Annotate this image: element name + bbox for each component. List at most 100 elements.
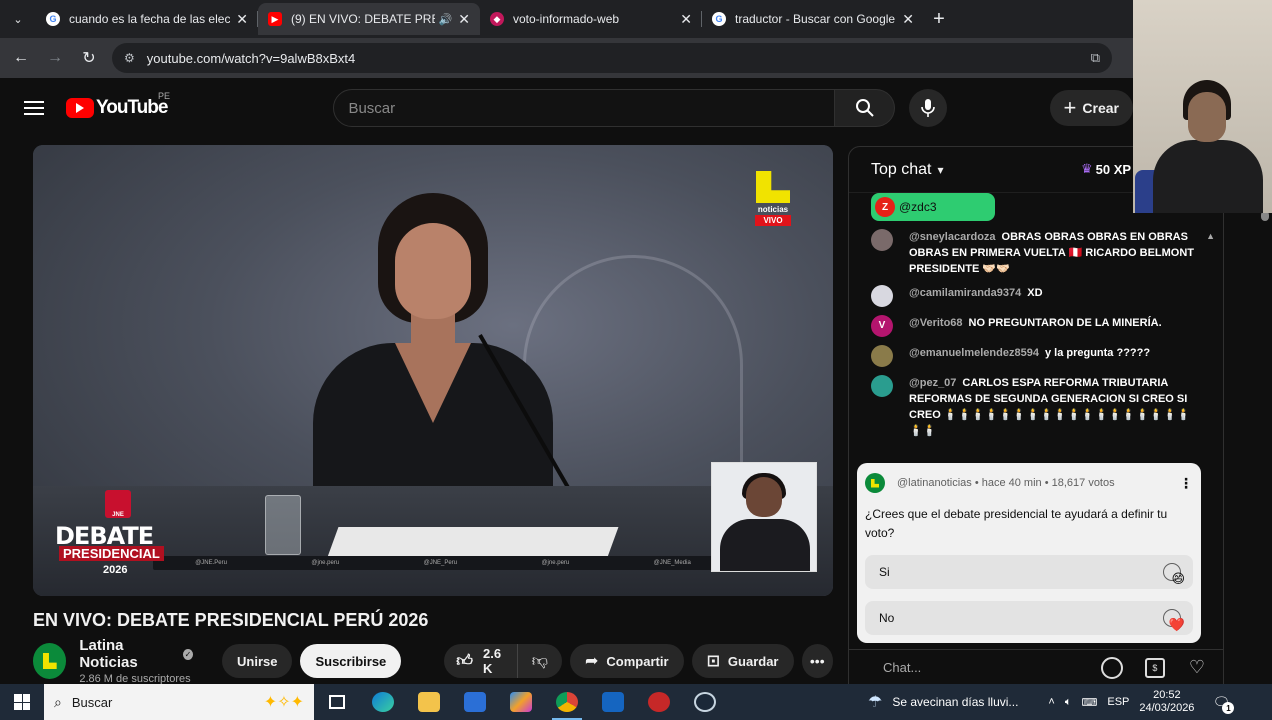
channel-name[interactable]: Latina Noticias ✓ bbox=[79, 637, 193, 671]
copilot-icon[interactable] bbox=[498, 684, 544, 720]
google-icon: G bbox=[712, 12, 726, 26]
close-tab-icon[interactable]: ✕ bbox=[680, 11, 692, 28]
webcam-overlay bbox=[1133, 0, 1272, 213]
task-view-icon[interactable] bbox=[314, 684, 360, 720]
video-owner-row: Latina Noticias ✓ 2.86 M de suscriptores … bbox=[33, 637, 833, 685]
weather-widget[interactable]: ☂ Se avecinan días lluvi... bbox=[868, 692, 1018, 712]
more-vert-icon[interactable]: ⋮ bbox=[1179, 475, 1193, 492]
reaction-emoji: ❤️ bbox=[1168, 617, 1185, 632]
system-tray: ˄ 🔈︎ ⌨ ESP bbox=[1048, 696, 1129, 709]
youtube-header: YouTube PE Buscar + Crear bbox=[0, 78, 1135, 138]
country-code: PE bbox=[158, 91, 171, 101]
super-chat-icon[interactable]: $ bbox=[1144, 657, 1165, 678]
share-button[interactable]: ➦ Compartir bbox=[569, 644, 684, 678]
poll-meta: @latinanoticias • hace 40 min • 18,617 v… bbox=[897, 477, 1115, 489]
close-tab-icon[interactable]: ✕ bbox=[902, 11, 914, 28]
chrome-icon[interactable] bbox=[544, 684, 590, 720]
search-input[interactable]: Buscar bbox=[333, 89, 836, 127]
reaction-emoji: 😄 bbox=[1171, 571, 1185, 586]
logo-text: YouTube bbox=[96, 97, 168, 118]
search-button[interactable] bbox=[835, 89, 896, 127]
chevron-down-icon[interactable]: ▾ bbox=[937, 163, 943, 177]
edge-icon[interactable] bbox=[360, 684, 406, 720]
dislike-button[interactable]: 👎︎ bbox=[518, 644, 562, 678]
chat-input[interactable]: Chat... $ ♡ bbox=[849, 649, 1223, 685]
chat-message-list: @sneylacardoza OBRAS OBRAS OBRAS EN OBRAS… bbox=[849, 225, 1209, 443]
poll-channel-avatar bbox=[865, 473, 885, 493]
poll-question: ¿Crees que el debate presidencial te ayu… bbox=[865, 507, 1168, 540]
volume-icon[interactable]: 🔈︎ bbox=[1065, 696, 1072, 709]
more-actions-button[interactable]: ••• bbox=[801, 644, 833, 678]
tab-title: voto-informado-web bbox=[513, 12, 620, 26]
language-indicator[interactable]: ESP bbox=[1107, 696, 1129, 708]
speaker-icon[interactable]: 🔊 bbox=[439, 13, 453, 26]
chat-poll: @latinanoticias • hace 40 min • 18,617 v… bbox=[857, 463, 1201, 643]
subscribe-button[interactable]: Suscribirse bbox=[300, 644, 402, 678]
install-app-icon[interactable]: ⧉ bbox=[1091, 50, 1100, 66]
address-bar[interactable]: ⚙ youtube.com/watch?v=9alwB8xBxt4 ⧉ bbox=[112, 43, 1112, 73]
chat-mode-selector[interactable]: Top chat bbox=[871, 161, 931, 179]
close-tab-icon[interactable]: ✕ bbox=[236, 11, 248, 28]
umbrella-icon: ☂ bbox=[868, 694, 883, 711]
browser-tab[interactable]: G cuando es la fecha de las elecci ✕ bbox=[36, 3, 258, 35]
file-explorer-icon[interactable] bbox=[406, 684, 452, 720]
taskbar-clock[interactable]: 20:52 24/03/2026 bbox=[1139, 689, 1194, 715]
thumbs-up-icon: 👍︎ bbox=[456, 652, 474, 670]
verified-icon: ✓ bbox=[182, 648, 193, 660]
search-highlight-icon: ✦✧✦ bbox=[263, 694, 304, 711]
browser-tab[interactable]: G traductor - Buscar con Google ✕ bbox=[702, 3, 924, 35]
thumbs-down-icon: 👎︎ bbox=[531, 652, 548, 670]
microphone-icon bbox=[921, 99, 936, 117]
poll-option-no[interactable]: No ❤️ bbox=[865, 601, 1193, 635]
keyboard-icon[interactable]: ⌨ bbox=[1081, 696, 1097, 709]
user-avatar bbox=[871, 375, 893, 397]
tab-title: traductor - Buscar con Google bbox=[735, 12, 896, 26]
emoji-icon[interactable] bbox=[1100, 656, 1123, 679]
windows-taskbar: ⌕ Buscar ✦✧✦ ☂ Se avecinan días lluvi...… bbox=[0, 684, 1272, 720]
heart-icon[interactable]: ♡ bbox=[1189, 657, 1205, 678]
browser-tab-strip: ⌄ G cuando es la fecha de las elecci ✕ ▶… bbox=[0, 0, 1272, 38]
chevron-up-icon[interactable]: ˄ bbox=[1048, 696, 1054, 708]
like-dislike-group: 👍︎ 2.6 K 👎︎ bbox=[444, 644, 562, 678]
sign-language-interpreter bbox=[711, 462, 817, 572]
new-tab-button[interactable]: + bbox=[924, 4, 954, 34]
like-button[interactable]: 👍︎ 2.6 K bbox=[444, 644, 518, 678]
tab-title: (9) EN VIVO: DEBATE PRESID bbox=[291, 12, 435, 26]
crown-icon: ♛ bbox=[1081, 161, 1093, 176]
browser-tab[interactable]: ◆ voto-informado-web ✕ bbox=[480, 3, 702, 35]
join-button[interactable]: Unirse bbox=[222, 644, 293, 678]
notification-center-icon[interactable]: 🗨︎ 1 bbox=[1208, 690, 1235, 714]
back-icon[interactable]: ← bbox=[4, 41, 38, 75]
chat-message: @sneylacardoza OBRAS OBRAS OBRAS EN OBRAS… bbox=[849, 225, 1209, 281]
windows-logo-icon bbox=[14, 694, 30, 710]
video-title: EN VIVO: DEBATE PRESIDENCIAL PERÚ 2026 bbox=[33, 610, 429, 630]
tab-search-dropdown-icon[interactable]: ⌄ bbox=[0, 0, 36, 38]
video-player[interactable]: @JNE.Peru @jne.peru @JNE_Peru @jne.peru … bbox=[33, 145, 833, 596]
user-avatar bbox=[871, 285, 893, 307]
forward-icon[interactable]: → bbox=[38, 41, 72, 75]
chat-message: @pez_07 CARLOS ESPA REFORMA TRIBUTARIA RE… bbox=[849, 371, 1209, 443]
chat-message: V @Verito68 NO PREGUNTARON DE LA MINERÍA. bbox=[849, 311, 1209, 341]
close-tab-icon[interactable]: ✕ bbox=[458, 11, 470, 28]
windows-start-button[interactable] bbox=[0, 684, 44, 720]
pinned-user-chip[interactable]: Z @zdc3 bbox=[871, 193, 995, 221]
app-icon[interactable] bbox=[636, 684, 682, 720]
taskbar-search-input[interactable]: ⌕ Buscar ✦✧✦ bbox=[44, 684, 314, 720]
channel-avatar[interactable] bbox=[33, 643, 67, 679]
user-avatar bbox=[871, 229, 893, 251]
youtube-logo[interactable]: YouTube PE bbox=[66, 91, 170, 119]
browser-tab-active[interactable]: ▶ (9) EN VIVO: DEBATE PRESID 🔊 ✕ bbox=[258, 3, 480, 35]
steam-icon[interactable] bbox=[682, 684, 728, 720]
store-icon[interactable] bbox=[452, 684, 498, 720]
save-button[interactable]: ⊡ Guardar bbox=[691, 644, 794, 678]
poll-option-si[interactable]: Si 😄 bbox=[865, 555, 1193, 589]
outlook-icon[interactable] bbox=[590, 684, 636, 720]
site-info-icon[interactable]: ⚙ bbox=[124, 51, 135, 65]
reload-icon[interactable]: ↻ bbox=[72, 41, 106, 75]
create-button[interactable]: + Crear bbox=[1049, 90, 1133, 126]
menu-icon[interactable] bbox=[24, 101, 44, 115]
voice-search-button[interactable] bbox=[909, 89, 948, 127]
url-text: youtube.com/watch?v=9alwB8xBxt4 bbox=[146, 50, 356, 66]
xp-badge[interactable]: ♛ 50 XP bbox=[1081, 161, 1131, 177]
plus-icon: + bbox=[1063, 95, 1077, 120]
